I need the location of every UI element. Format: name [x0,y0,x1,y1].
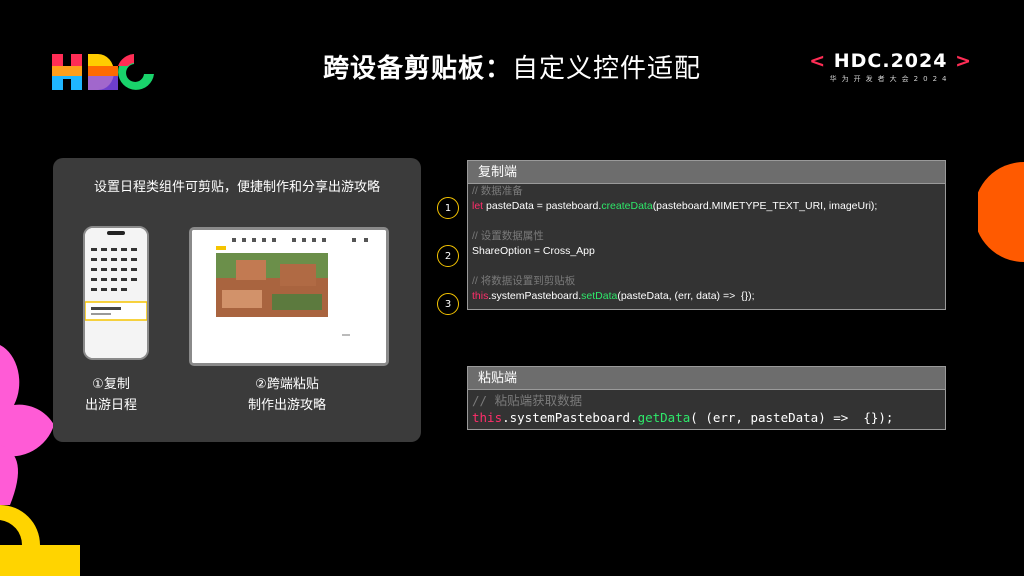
caption-copy-line2: 出游日程 [84,398,137,413]
brand-text: HDC.2024 [833,50,948,72]
caption-paste-line2: 制作出游攻略 [247,398,326,413]
decor-orange-shape [950,162,1024,262]
phone-screen [85,228,147,358]
panel-heading: 设置日程类组件可剪贴，便捷制作和分享出游攻略 [93,180,380,195]
hdc-2024-brand: < HDC.2024 > 华为开发者大会2024 [809,50,972,84]
code-comment: // 粘贴端获取数据 [472,393,583,408]
phone-mockup [83,226,149,360]
code-blank [468,259,945,274]
bracket-right: > [955,50,972,72]
code-comment: // 设置数据属性 [472,230,544,242]
step-marker-1: 1 [437,197,459,219]
tablet-mockup [189,227,389,366]
code-comment: // 将数据设置到剪贴板 [472,275,576,287]
caption-paste-line1: ②跨端粘贴 [255,377,319,392]
bracket-left: < [809,50,827,72]
tablet-screen [192,230,386,363]
code-blank [468,214,945,229]
caption-paste: ②跨端粘贴 制作出游攻略 [231,374,343,416]
step-marker-2: 2 [437,245,459,267]
paste-code-body: // 粘贴端获取数据 this.systemPasteboard.getData… [467,390,946,430]
copy-code-body: // 数据准备 let pasteData = pasteboard.creat… [467,184,946,310]
caption-copy: ①复制 出游日程 [65,374,157,416]
paste-code-block: 粘贴端 // 粘贴端获取数据 this.systemPasteboard.get… [467,366,946,430]
copy-code-block: 复制端 // 数据准备 let pasteData = pasteboard.c… [467,160,946,310]
code-line-create: let pasteData = pasteboard.createData(pa… [472,200,878,212]
step-marker-3: 3 [437,293,459,315]
code-comment: // 数据准备 [472,185,523,197]
caption-copy-line1: ①复制 [92,377,130,392]
paste-code-header: 粘贴端 [467,366,946,390]
demo-panel: 设置日程类组件可剪贴，便捷制作和分享出游攻略 ①复制 出游日程 ②跨端粘贴 制作… [53,158,421,442]
code-line-shareoption: ShareOption = Cross_App [472,245,595,257]
code-line-setdata: this.systemPasteboard.setData(pasteData,… [472,290,755,302]
code-line-getdata: this.systemPasteboard.getData( (err, pas… [472,410,894,425]
brand-subtitle: 华为开发者大会2024 [829,75,952,83]
decor-yellow-shape [0,505,80,576]
copy-code-header: 复制端 [467,160,946,184]
